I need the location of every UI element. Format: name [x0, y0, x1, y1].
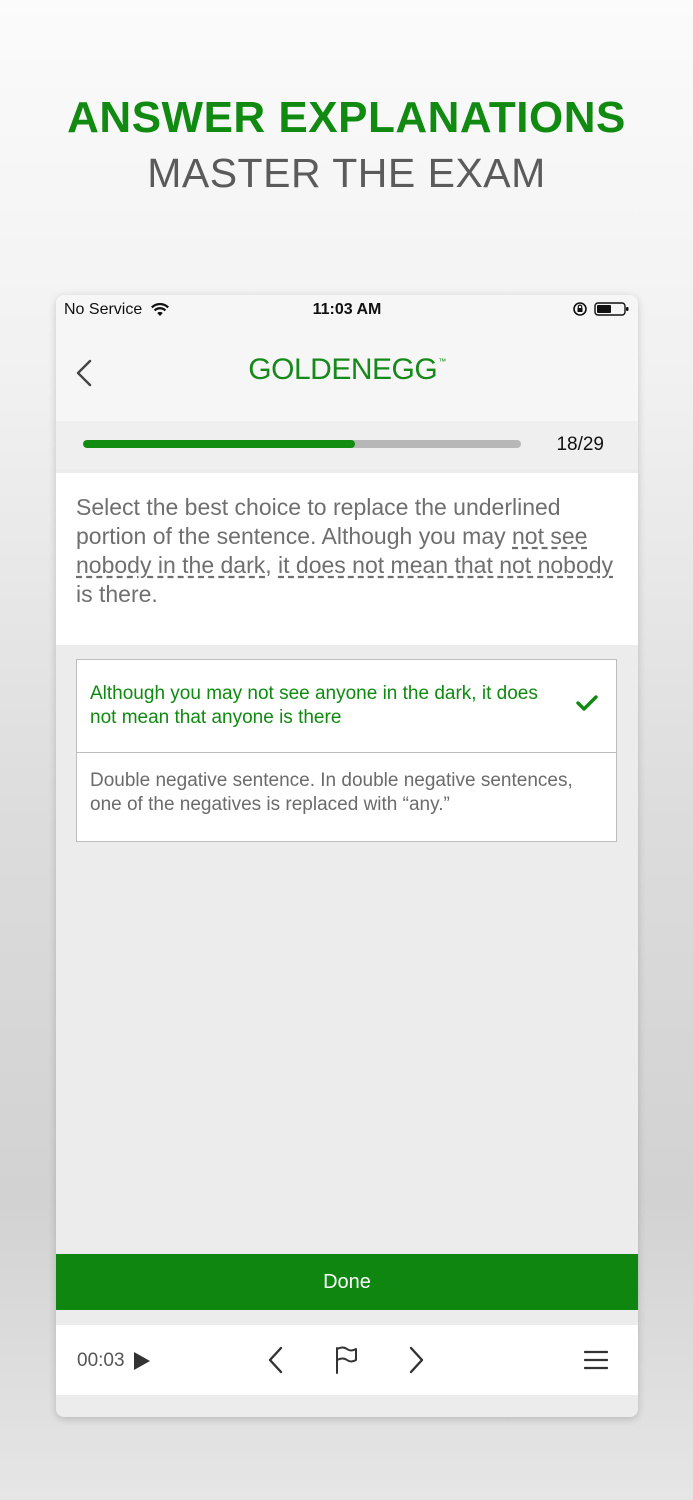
question-card: Select the best choice to replace the un… — [56, 473, 638, 645]
progress-count: 18/29 — [556, 434, 604, 455]
battery-icon — [594, 302, 629, 316]
explanation-text: Double negative sentence. In double nega… — [90, 770, 573, 815]
correct-answer-option[interactable]: Although you may not see anyone in the d… — [77, 660, 616, 753]
timer: 00:03 — [77, 1350, 152, 1372]
timer-value: 00:03 — [77, 1350, 125, 1371]
logo-tm: ™ — [438, 357, 446, 366]
flag-button[interactable] — [331, 1345, 361, 1375]
progress-area: 18/29 — [56, 421, 638, 469]
question-segment: Select the best choice to replace the un… — [76, 494, 561, 549]
checkmark-icon — [576, 695, 598, 711]
progress-bar — [83, 440, 521, 448]
correct-answer-text: Although you may not see anyone in the d… — [90, 683, 538, 728]
bottom-toolbar: 00:03 — [56, 1325, 638, 1395]
next-question-button[interactable] — [401, 1345, 431, 1375]
question-text: Select the best choice to replace the un… — [76, 493, 618, 609]
answer-explanation: Double negative sentence. In double nega… — [77, 753, 616, 841]
play-icon[interactable] — [132, 1350, 152, 1372]
previous-question-button[interactable] — [261, 1345, 291, 1375]
underlined-portion: it does not mean that not nobody — [278, 552, 614, 578]
done-button-label: Done — [323, 1270, 371, 1293]
chevron-right-icon — [409, 1346, 424, 1374]
status-bar: No Service 11:03 AM — [56, 295, 638, 325]
nav-bar: GOLDENEGG™ — [56, 325, 638, 421]
promo-header: ANSWER EXPLANATIONS MASTER THE EXAM — [0, 92, 693, 198]
logo-text-egg: EGG — [372, 353, 438, 386]
orientation-lock-icon — [573, 302, 587, 316]
menu-icon — [584, 1350, 608, 1370]
question-segment: is there. — [76, 581, 158, 607]
menu-button[interactable] — [581, 1345, 611, 1375]
device-screen: No Service 11:03 AM GOLDENEGG™ 18/29 Sel… — [56, 295, 638, 1417]
question-segment: , — [265, 552, 279, 578]
flag-icon — [336, 1346, 357, 1374]
chevron-left-icon — [268, 1346, 283, 1374]
promo-subtitle: MASTER THE EXAM — [147, 150, 546, 196]
progress-fill — [83, 440, 355, 448]
answer-list: Although you may not see anyone in the d… — [76, 659, 617, 842]
status-time: 11:03 AM — [312, 301, 382, 318]
promo-title: ANSWER EXPLANATIONS — [67, 93, 626, 142]
golden-egg-logo: GOLDENEGG™ — [56, 353, 638, 387]
done-button[interactable]: Done — [56, 1254, 638, 1310]
logo-text-golden: GOLDEN — [248, 353, 372, 386]
